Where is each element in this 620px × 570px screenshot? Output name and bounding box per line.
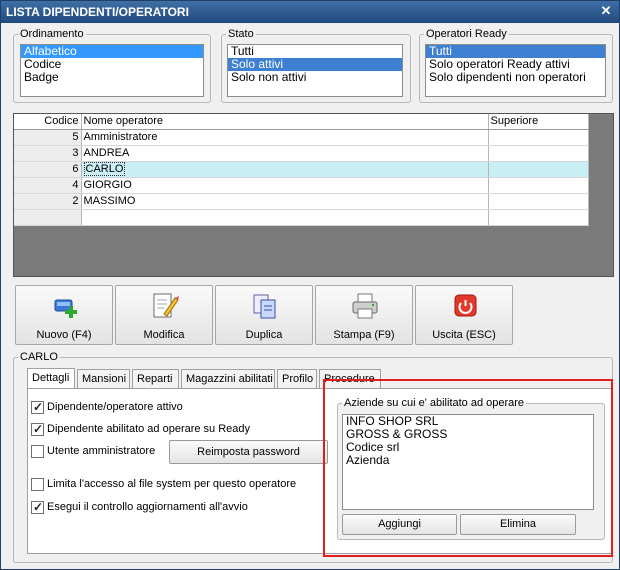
cell-codice: 3 <box>14 145 82 162</box>
printer-icon <box>352 293 378 319</box>
table-row[interactable]: 4 GIORGIO <box>14 177 589 194</box>
ordinamento-option[interactable]: Badge <box>21 71 203 84</box>
cell-superiore <box>488 145 589 162</box>
power-icon <box>454 294 477 317</box>
admin-label: Utente amministratore <box>47 445 156 457</box>
checkmark-icon: ✓ <box>33 422 44 436</box>
window-title: LISTA DIPENDENTI/OPERATORI <box>6 5 189 19</box>
checkbox-box[interactable] <box>31 445 44 458</box>
header-codice[interactable]: Codice <box>14 114 82 130</box>
table-row-current[interactable]: 6 CARLO <box>14 161 589 178</box>
table-row-empty[interactable] <box>14 209 589 226</box>
close-icon[interactable]: ✕ <box>599 4 613 18</box>
duplica-button[interactable]: Duplica <box>215 285 313 345</box>
cell-superiore <box>488 193 589 210</box>
detail-legend: CARLO <box>20 351 58 363</box>
checkbox-box[interactable]: ✓ <box>31 500 44 514</box>
cell-superiore <box>488 129 589 146</box>
ready-label: Dipendente abilitato ad operare su Ready <box>47 423 251 435</box>
stampa-label: Stampa (F9) <box>333 329 395 341</box>
tab-mansioni[interactable]: Mansioni <box>77 369 130 389</box>
cell-nome: MASSIMO <box>81 193 489 210</box>
cell-nome: ANDREA <box>81 145 489 162</box>
checkbox-box[interactable] <box>31 478 44 491</box>
cell-empty <box>81 209 489 226</box>
cell-codice: 2 <box>14 193 82 210</box>
stato-list[interactable]: Tutti Solo attivi Solo non attivi <box>227 44 403 97</box>
cell-codice: 5 <box>14 129 82 146</box>
tab-reparti[interactable]: Reparti <box>132 369 179 389</box>
highlight-frame <box>323 379 613 557</box>
stato-option[interactable]: Solo non attivi <box>228 71 402 84</box>
main-window: LISTA DIPENDENTI/OPERATORI ✕ Ordinamento… <box>0 0 620 570</box>
table-row[interactable]: 3 ANDREA <box>14 145 589 162</box>
update-label: Esegui il controllo aggiornamenti all'av… <box>47 501 248 513</box>
tab-profilo[interactable]: Profilo <box>277 369 317 389</box>
operatori-ready-list[interactable]: Tutti Solo operatori Ready attivi Solo d… <box>425 44 606 97</box>
table-row[interactable]: 5 Amministratore <box>14 129 589 146</box>
header-superiore[interactable]: Superiore <box>488 114 589 130</box>
table-row[interactable]: 2 MASSIMO <box>14 193 589 210</box>
ordinamento-list[interactable]: Alfabetico Codice Badge <box>20 44 204 97</box>
checkmark-icon: ✓ <box>33 400 44 414</box>
attivo-label: Dipendente/operatore attivo <box>47 401 183 413</box>
reset-password-button[interactable]: Reimposta password <box>169 440 328 464</box>
stampa-button[interactable]: Stampa (F9) <box>315 285 413 345</box>
nuovo-button[interactable]: Nuovo (F4) <box>15 285 113 345</box>
checkbox-box[interactable]: ✓ <box>31 422 44 436</box>
checkbox-box[interactable]: ✓ <box>31 400 44 414</box>
filesystem-label: Limita l'accesso al file system per ques… <box>47 478 297 490</box>
cell-nome: Amministratore <box>81 129 489 146</box>
operators-table: Codice Nome operatore Superiore 5 Ammini… <box>14 114 589 226</box>
stato-legend: Stato <box>228 28 254 40</box>
tab-dettagli[interactable]: Dettagli <box>27 368 75 390</box>
ordinamento-legend: Ordinamento <box>20 28 84 40</box>
nuovo-label: Nuovo (F4) <box>36 329 92 341</box>
title-bar: LISTA DIPENDENTI/OPERATORI ✕ <box>1 1 619 23</box>
edit-document-icon <box>153 293 179 318</box>
checkmark-icon: ✓ <box>33 500 44 514</box>
new-user-icon <box>54 299 77 318</box>
cell-nome-text: CARLO <box>83 162 126 176</box>
modifica-button[interactable]: Modifica <box>115 285 213 345</box>
cell-codice: 4 <box>14 177 82 194</box>
cell-empty <box>14 209 82 226</box>
uscita-button[interactable]: Uscita (ESC) <box>415 285 513 345</box>
cell-nome: CARLO <box>81 161 489 178</box>
header-nome-operatore[interactable]: Nome operatore <box>81 114 489 130</box>
operatori-ready-legend: Operatori Ready <box>426 28 507 40</box>
cell-superiore <box>488 161 589 178</box>
operators-grid[interactable]: Codice Nome operatore Superiore 5 Ammini… <box>13 113 614 277</box>
cell-empty <box>488 209 589 226</box>
cell-superiore <box>488 177 589 194</box>
copy-icon <box>253 294 276 319</box>
ready-option[interactable]: Solo dipendenti non operatori <box>426 71 605 84</box>
cell-codice: 6 <box>14 161 82 178</box>
uscita-label: Uscita (ESC) <box>432 329 496 341</box>
cell-nome: GIORGIO <box>81 177 489 194</box>
duplica-label: Duplica <box>245 329 283 341</box>
grid-header-row: Codice Nome operatore Superiore <box>14 114 589 130</box>
tab-magazzini[interactable]: Magazzini abilitati <box>181 369 275 389</box>
modifica-label: Modifica <box>143 329 185 341</box>
